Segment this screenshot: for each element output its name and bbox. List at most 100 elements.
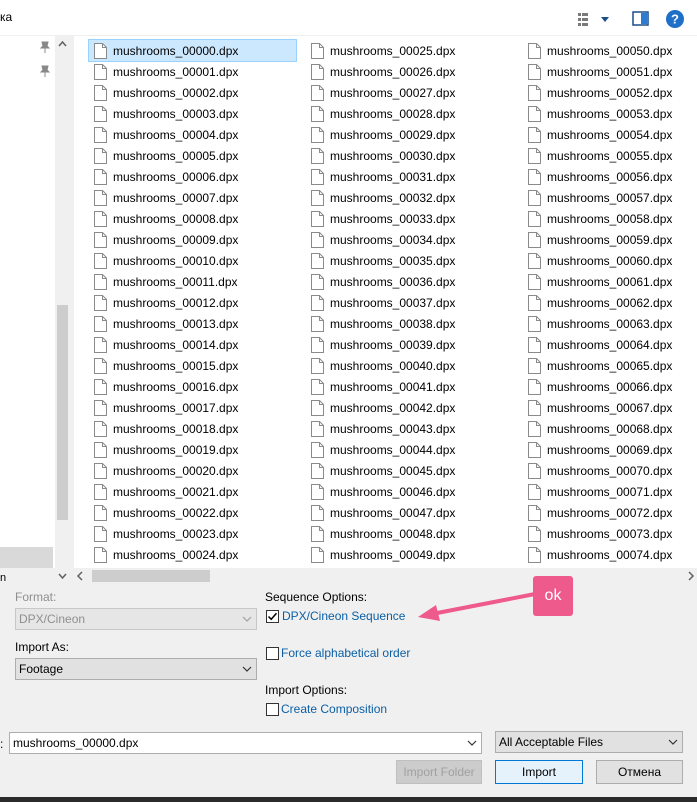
file-item[interactable]: mushrooms_00045.dpx bbox=[306, 460, 506, 481]
file-item[interactable]: mushrooms_00011.dpx bbox=[89, 271, 289, 292]
file-item[interactable]: mushrooms_00073.dpx bbox=[523, 523, 697, 544]
file-item[interactable]: mushrooms_00041.dpx bbox=[306, 376, 506, 397]
preview-pane-button[interactable] bbox=[630, 9, 652, 29]
file-item[interactable]: mushrooms_00027.dpx bbox=[306, 82, 506, 103]
file-item[interactable]: mushrooms_00046.dpx bbox=[306, 481, 506, 502]
filename-input[interactable]: mushrooms_00000.dpx bbox=[9, 732, 482, 754]
file-item[interactable]: mushrooms_00034.dpx bbox=[306, 229, 506, 250]
file-item[interactable]: mushrooms_00000.dpx bbox=[88, 39, 297, 62]
file-item[interactable]: mushrooms_00024.dpx bbox=[89, 544, 289, 565]
file-item[interactable]: mushrooms_00029.dpx bbox=[306, 124, 506, 145]
file-item[interactable]: mushrooms_00065.dpx bbox=[523, 355, 697, 376]
file-item[interactable]: mushrooms_00064.dpx bbox=[523, 334, 697, 355]
file-item[interactable]: mushrooms_00066.dpx bbox=[523, 376, 697, 397]
file-item[interactable]: mushrooms_00005.dpx bbox=[89, 145, 289, 166]
file-item[interactable]: mushrooms_00026.dpx bbox=[306, 61, 506, 82]
file-item[interactable]: mushrooms_00037.dpx bbox=[306, 292, 506, 313]
file-item[interactable]: mushrooms_00049.dpx bbox=[306, 544, 506, 565]
file-item[interactable]: mushrooms_00013.dpx bbox=[89, 313, 289, 334]
file-item[interactable]: mushrooms_00030.dpx bbox=[306, 145, 506, 166]
file-item[interactable]: mushrooms_00070.dpx bbox=[523, 460, 697, 481]
horizontal-scroll-thumb[interactable] bbox=[92, 570, 210, 582]
file-item[interactable]: mushrooms_00017.dpx bbox=[89, 397, 289, 418]
file-item[interactable]: mushrooms_00023.dpx bbox=[89, 523, 289, 544]
file-item[interactable]: mushrooms_00068.dpx bbox=[523, 418, 697, 439]
file-item[interactable]: mushrooms_00039.dpx bbox=[306, 334, 506, 355]
file-item[interactable]: mushrooms_00058.dpx bbox=[523, 208, 697, 229]
file-item[interactable]: mushrooms_00048.dpx bbox=[306, 523, 506, 544]
file-item[interactable]: mushrooms_00057.dpx bbox=[523, 187, 697, 208]
dpx-sequence-checkbox[interactable] bbox=[266, 610, 279, 623]
scroll-right-icon[interactable] bbox=[685, 570, 697, 582]
scroll-up-icon[interactable] bbox=[57, 38, 68, 50]
file-item[interactable]: mushrooms_00014.dpx bbox=[89, 334, 289, 355]
import-as-select[interactable]: Footage bbox=[15, 658, 257, 680]
scroll-left-icon[interactable] bbox=[74, 570, 86, 582]
file-item[interactable]: mushrooms_00036.dpx bbox=[306, 271, 506, 292]
file-item[interactable]: mushrooms_00006.dpx bbox=[89, 166, 289, 187]
file-item[interactable]: mushrooms_00033.dpx bbox=[306, 208, 506, 229]
file-item[interactable]: mushrooms_00074.dpx bbox=[523, 544, 697, 565]
file-item[interactable]: mushrooms_00050.dpx bbox=[523, 40, 697, 61]
nav-selected-item[interactable] bbox=[0, 547, 53, 568]
scroll-down-icon[interactable] bbox=[57, 570, 68, 582]
file-item[interactable]: mushrooms_00060.dpx bbox=[523, 250, 697, 271]
file-item[interactable]: mushrooms_00025.dpx bbox=[306, 40, 506, 61]
force-alphabetical-label[interactable]: Force alphabetical order bbox=[281, 646, 410, 660]
import-button[interactable]: Import bbox=[495, 760, 583, 784]
file-item[interactable]: mushrooms_00052.dpx bbox=[523, 82, 697, 103]
file-item[interactable]: mushrooms_00022.dpx bbox=[89, 502, 289, 523]
file-item[interactable]: mushrooms_00007.dpx bbox=[89, 187, 289, 208]
force-alphabetical-checkbox[interactable] bbox=[266, 647, 279, 660]
cancel-button[interactable]: Отмена bbox=[596, 760, 683, 784]
dpx-sequence-label[interactable]: DPX/Cineon Sequence bbox=[282, 609, 405, 623]
file-item[interactable]: mushrooms_00038.dpx bbox=[306, 313, 506, 334]
file-item[interactable]: mushrooms_00056.dpx bbox=[523, 166, 697, 187]
create-composition-label[interactable]: Create Composition bbox=[281, 702, 387, 716]
file-item[interactable]: mushrooms_00063.dpx bbox=[523, 313, 697, 334]
file-item[interactable]: mushrooms_00040.dpx bbox=[306, 355, 506, 376]
address-bar-text[interactable]: ка bbox=[0, 10, 12, 24]
file-item[interactable]: mushrooms_00069.dpx bbox=[523, 439, 697, 460]
file-item[interactable]: mushrooms_00028.dpx bbox=[306, 103, 506, 124]
file-item[interactable]: mushrooms_00004.dpx bbox=[89, 124, 289, 145]
file-type-select[interactable]: All Acceptable Files bbox=[495, 731, 683, 753]
file-item[interactable]: mushrooms_00035.dpx bbox=[306, 250, 506, 271]
file-item[interactable]: mushrooms_00001.dpx bbox=[89, 61, 289, 82]
file-item[interactable]: mushrooms_00003.dpx bbox=[89, 103, 289, 124]
file-item[interactable]: mushrooms_00020.dpx bbox=[89, 460, 289, 481]
file-item[interactable]: mushrooms_00067.dpx bbox=[523, 397, 697, 418]
file-item[interactable]: mushrooms_00019.dpx bbox=[89, 439, 289, 460]
file-item[interactable]: mushrooms_00044.dpx bbox=[306, 439, 506, 460]
file-item[interactable]: mushrooms_00053.dpx bbox=[523, 103, 697, 124]
help-button[interactable]: ? bbox=[664, 8, 686, 30]
create-composition-checkbox[interactable] bbox=[266, 703, 279, 716]
file-item[interactable]: mushrooms_00072.dpx bbox=[523, 502, 697, 523]
file-item[interactable]: mushrooms_00010.dpx bbox=[89, 250, 289, 271]
chevron-down-icon[interactable] bbox=[467, 739, 477, 747]
file-item[interactable]: mushrooms_00031.dpx bbox=[306, 166, 506, 187]
nav-scroll-thumb[interactable] bbox=[57, 305, 68, 520]
file-item[interactable]: mushrooms_00012.dpx bbox=[89, 292, 289, 313]
file-item[interactable]: mushrooms_00055.dpx bbox=[523, 145, 697, 166]
file-item[interactable]: mushrooms_00061.dpx bbox=[523, 271, 697, 292]
file-item[interactable]: mushrooms_00054.dpx bbox=[523, 124, 697, 145]
file-item[interactable]: mushrooms_00062.dpx bbox=[523, 292, 697, 313]
file-item[interactable]: mushrooms_00021.dpx bbox=[89, 481, 289, 502]
file-item[interactable]: mushrooms_00009.dpx bbox=[89, 229, 289, 250]
file-item[interactable]: mushrooms_00015.dpx bbox=[89, 355, 289, 376]
file-item[interactable]: mushrooms_00051.dpx bbox=[523, 61, 697, 82]
file-item[interactable]: mushrooms_00059.dpx bbox=[523, 229, 697, 250]
file-item[interactable]: mushrooms_00043.dpx bbox=[306, 418, 506, 439]
file-item[interactable]: mushrooms_00047.dpx bbox=[306, 502, 506, 523]
file-item[interactable]: mushrooms_00002.dpx bbox=[89, 82, 289, 103]
file-item[interactable]: mushrooms_00018.dpx bbox=[89, 418, 289, 439]
file-item[interactable]: mushrooms_00016.dpx bbox=[89, 376, 289, 397]
file-item[interactable]: mushrooms_00071.dpx bbox=[523, 481, 697, 502]
change-view-button[interactable] bbox=[574, 9, 616, 29]
import-folder-button[interactable]: Import Folder bbox=[396, 760, 482, 784]
file-item[interactable]: mushrooms_00042.dpx bbox=[306, 397, 506, 418]
file-item[interactable]: mushrooms_00008.dpx bbox=[89, 208, 289, 229]
file-list[interactable]: mushrooms_00000.dpx mushrooms_00001.dpx mu… bbox=[74, 36, 697, 568]
file-item[interactable]: mushrooms_00032.dpx bbox=[306, 187, 506, 208]
